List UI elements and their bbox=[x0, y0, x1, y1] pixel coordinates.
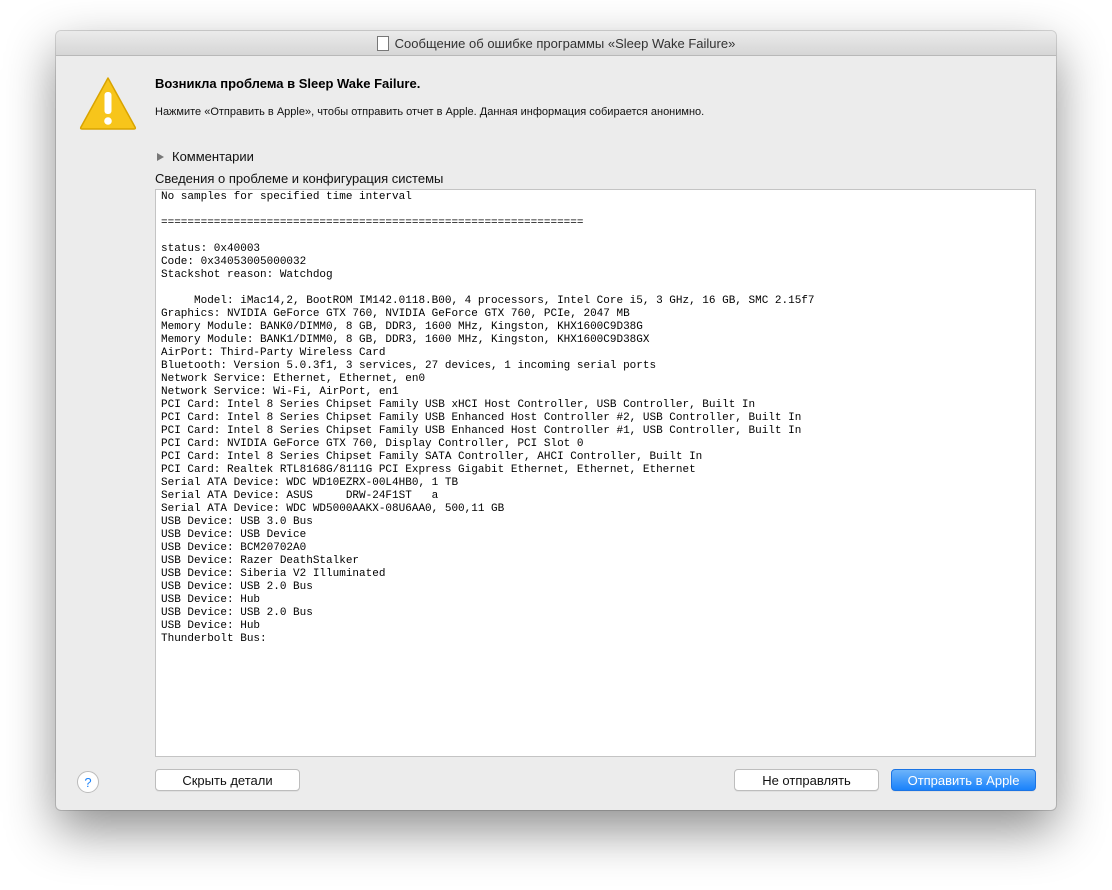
report-text-area[interactable]: No samples for specified time interval =… bbox=[155, 189, 1036, 757]
problem-message: Нажмите «Отправить в Apple», чтобы отпра… bbox=[155, 106, 705, 118]
dont-send-button[interactable]: Не отправлять bbox=[734, 769, 879, 791]
document-icon bbox=[376, 35, 389, 51]
problem-title: Возникла проблема в Sleep Wake Failure. bbox=[155, 76, 421, 91]
send-to-apple-button[interactable]: Отправить в Apple bbox=[891, 769, 1036, 791]
warning-icon bbox=[79, 77, 137, 130]
comments-disclosure[interactable]: Комментарии bbox=[157, 149, 254, 164]
error-report-window: Сообщение об ошибке программы «Sleep Wak… bbox=[56, 31, 1056, 810]
help-button[interactable]: ? bbox=[77, 771, 99, 793]
details-label: Сведения о проблеме и конфигурация систе… bbox=[155, 171, 444, 186]
hide-details-button[interactable]: Скрыть детали bbox=[155, 769, 300, 791]
comments-label: Комментарии bbox=[172, 149, 254, 164]
disclosure-triangle-icon bbox=[157, 152, 164, 161]
window-title: Сообщение об ошибке программы «Sleep Wak… bbox=[394, 35, 736, 51]
title-bar[interactable]: Сообщение об ошибке программы «Sleep Wak… bbox=[56, 31, 1056, 56]
report-text: No samples for specified time interval =… bbox=[161, 191, 815, 645]
